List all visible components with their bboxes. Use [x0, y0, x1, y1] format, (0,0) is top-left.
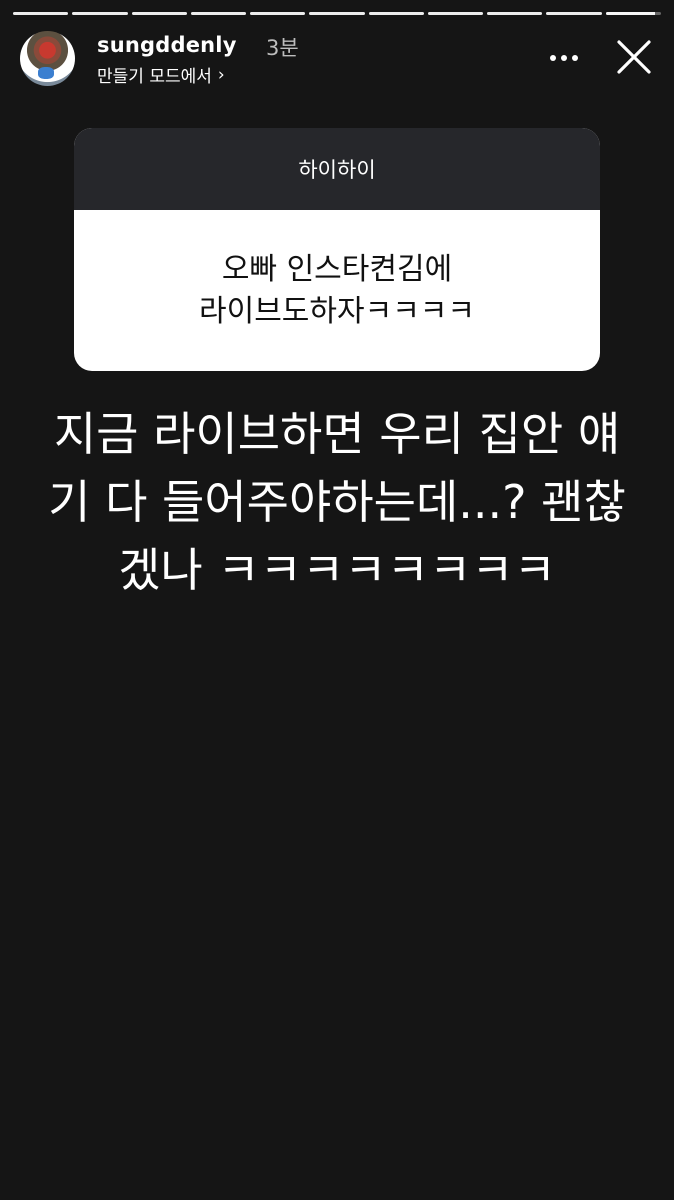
progress-segment — [427, 12, 484, 15]
question-text-line: 라이브도하자ㅋㅋㅋㅋ — [199, 293, 475, 329]
create-mode-label: 만들기 모드에서 — [97, 67, 212, 87]
story-progress-bar — [13, 12, 661, 16]
progress-segment — [13, 12, 69, 15]
caption-line: 지금 라이브하면 우리 집안 얘 — [53, 407, 621, 461]
avatar[interactable] — [20, 31, 75, 86]
progress-segment — [368, 12, 424, 15]
progress-segment-current — [605, 12, 661, 15]
story-caption: 지금 라이브하면 우리 집안 얘 기 다 들어주야하는데...? 괜찮 겠나 ㅋ… — [30, 400, 644, 604]
more-horizontal-icon — [550, 55, 578, 61]
create-mode-link[interactable]: 만들기 모드에서 › — [97, 62, 225, 88]
more-button[interactable] — [546, 43, 582, 73]
time-ago: 3분 — [266, 36, 299, 60]
question-text-line: 오빠 인스타켠김에 — [221, 251, 453, 287]
story-header: sungddenly 3분 만들기 모드에서 › — [20, 31, 654, 87]
progress-segment — [131, 12, 187, 15]
progress-segment — [72, 12, 128, 15]
progress-segment — [190, 12, 247, 15]
question-sticker-body: 오빠 인스타켠김에 라이브도하자ㅋㅋㅋㅋ — [74, 210, 600, 371]
close-button[interactable] — [614, 37, 654, 77]
progress-segment — [309, 12, 365, 15]
question-sticker: 하이하이 오빠 인스타켠김에 라이브도하자ㅋㅋㅋㅋ — [74, 128, 600, 371]
progress-segment — [546, 12, 602, 15]
username[interactable]: sungddenly — [97, 33, 237, 57]
progress-segment — [487, 12, 543, 15]
caption-line: 기 다 들어주야하는데...? 괜찮 — [48, 475, 626, 529]
chevron-right-icon: › — [217, 64, 225, 85]
caption-line: 겠나 ㅋㅋㅋㅋㅋㅋㅋㅋ — [118, 543, 556, 597]
question-sticker-title: 하이하이 — [74, 128, 600, 210]
progress-segment — [250, 12, 306, 15]
close-icon — [617, 40, 651, 74]
avatar-image — [38, 67, 54, 79]
